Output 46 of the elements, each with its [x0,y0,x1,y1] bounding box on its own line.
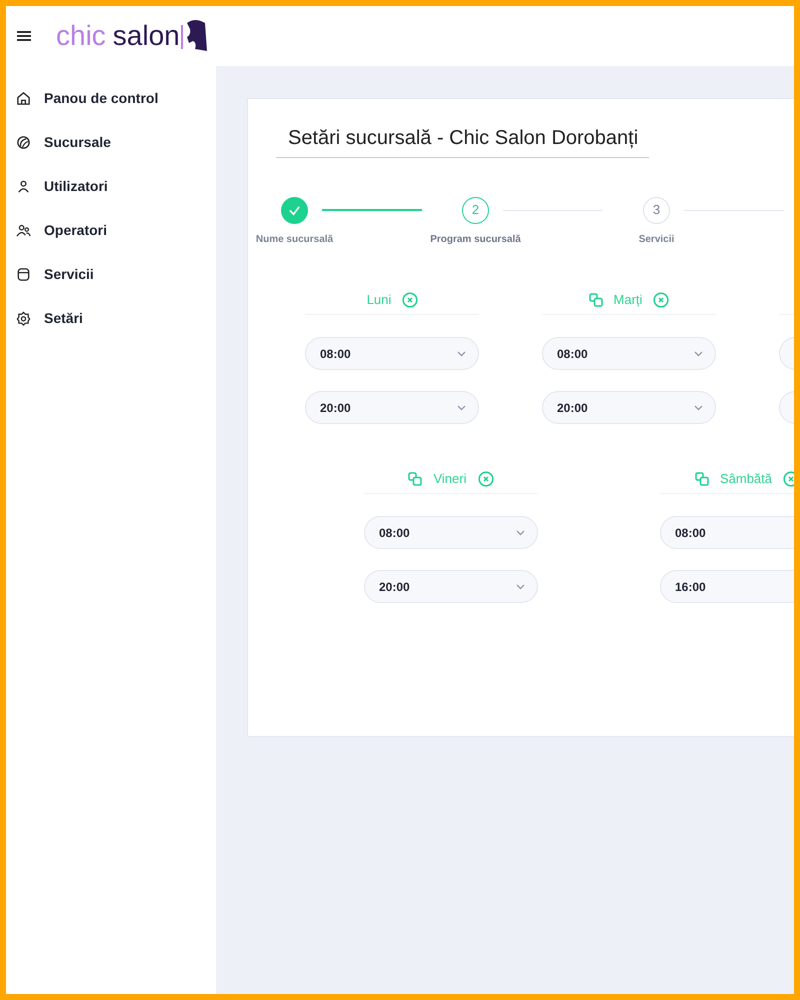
sidebar-item[interactable]: Servicii [6,252,216,296]
globe-icon [16,134,31,150]
close-icon[interactable] [653,292,670,308]
sidebar-item[interactable]: Utilizatori [6,164,216,208]
logo-mark-icon [180,19,209,53]
settings-icon [16,310,31,326]
time-select[interactable]: 20:00 [305,391,479,424]
copy-icon[interactable] [408,472,422,486]
close-icon[interactable] [402,292,418,308]
day-name: Marți [614,290,642,309]
user-icon [16,178,31,194]
time-select[interactable]: 08:00 [660,516,794,549]
step-number: 2 [462,196,489,224]
menu-icon[interactable] [17,30,31,42]
title-field[interactable]: Setări sucursală - Chic Salon Dorobanți [276,123,649,158]
sidebar-item[interactable]: Setări [6,296,216,340]
time-select[interactable]: 20:00 [542,391,716,424]
cylinder-icon [16,266,31,282]
time-select[interactable]: 20:00 [364,570,538,603]
close-icon[interactable] [478,470,494,486]
step-label: Nume sucursală [254,233,334,247]
step-label: Servicii [638,233,676,247]
chevron-down-icon [694,404,703,410]
copy-icon[interactable] [588,292,603,306]
time-select[interactable]: 08:00 [364,516,538,549]
sidebar-item[interactable]: Panou de control [6,76,216,120]
users-icon [16,222,31,238]
sidebar-item[interactable]: Operatori [6,208,216,252]
chevron-down-icon [457,404,466,410]
day-name: Luni [366,290,392,309]
chevron-down-icon [516,584,525,590]
step-number: 3 [643,196,670,224]
time-select[interactable]: 16:00 [660,570,794,603]
chevron-down-icon [457,350,466,356]
step-label: Program sucursală [429,233,522,247]
sidebar-item[interactable]: Sucursale [6,120,216,164]
home-icon [16,90,31,106]
day-name: Vineri [433,470,466,488]
chevron-down-icon [516,530,525,536]
time-select[interactable]: 08:00 [305,337,479,370]
logo-text: chic [56,22,106,50]
logo-text: salon [112,22,180,50]
chevron-down-icon [694,350,703,356]
day-name: Sâmbătă [720,470,772,488]
copy-icon[interactable] [694,472,709,486]
time-select[interactable]: 08:00 [542,337,716,370]
